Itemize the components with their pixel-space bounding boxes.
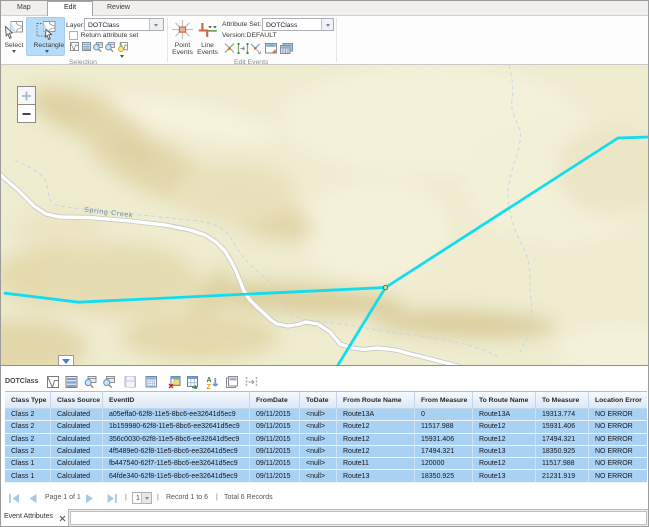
svg-text:A: A xyxy=(207,377,212,384)
svg-text:Z: Z xyxy=(207,384,212,389)
